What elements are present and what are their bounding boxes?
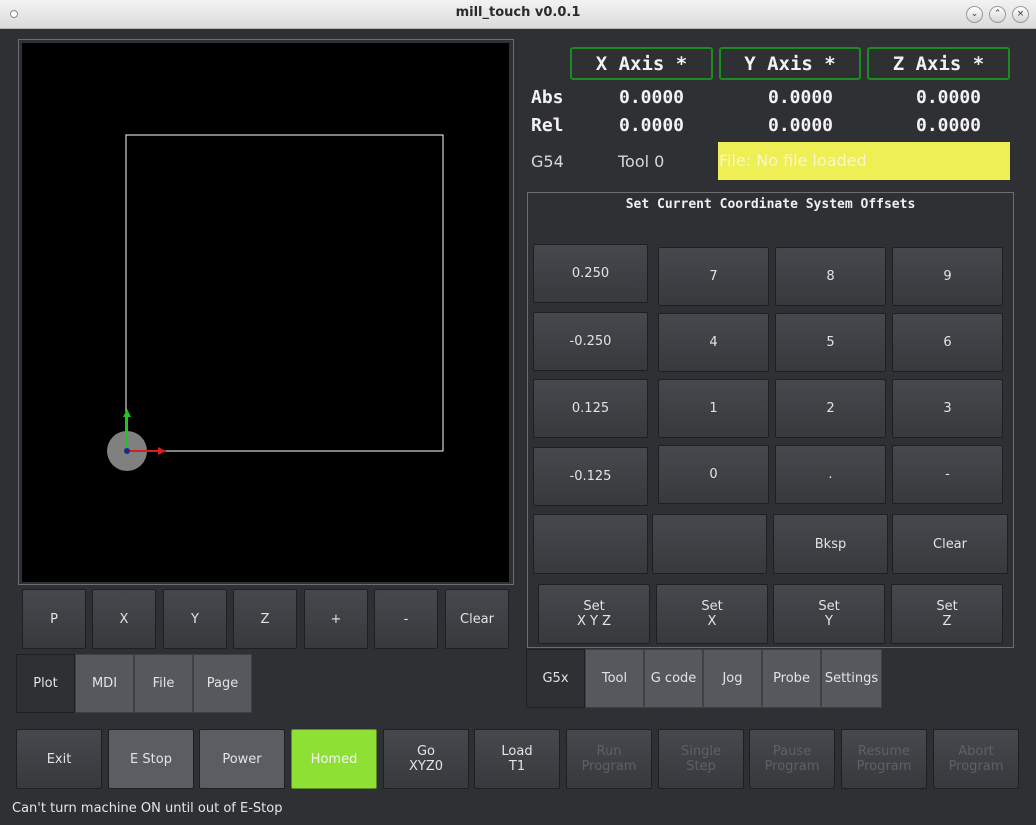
increment-neg0250-button[interactable]: -0.250 [533, 312, 648, 371]
set-x-button[interactable]: Set X [656, 584, 768, 644]
run-program-button[interactable]: Run Program [566, 729, 652, 789]
tab-tool[interactable]: Tool [585, 649, 644, 708]
tab-probe[interactable]: Probe [762, 649, 821, 708]
go-xyz0-button[interactable]: Go XYZ0 [383, 729, 469, 789]
keypad-minus-button[interactable]: - [892, 445, 1003, 504]
x-axis-header[interactable]: X Axis * [570, 47, 713, 80]
coord-system-label: G54 [531, 152, 564, 171]
keypad-7-button[interactable]: 7 [658, 247, 769, 306]
maximize-icon[interactable]: ⌃ [989, 6, 1006, 23]
tab-mdi[interactable]: MDI [75, 654, 134, 713]
keypad-6-button[interactable]: 6 [892, 313, 1003, 372]
abs-x-value: 0.0000 [619, 87, 685, 108]
plot-view-y-button[interactable]: Y [163, 589, 227, 649]
exit-button[interactable]: Exit [16, 729, 102, 789]
tab-plot[interactable]: Plot [16, 654, 75, 713]
rel-x-value: 0.0000 [619, 115, 685, 136]
keypad-8-button[interactable]: 8 [775, 247, 886, 306]
single-step-button[interactable]: Single Step [658, 729, 744, 789]
rel-z-value: 0.0000 [916, 115, 982, 136]
plot-view-p-button[interactable]: P [22, 589, 86, 649]
backspace-button[interactable]: Bksp [773, 514, 888, 574]
keypad-2-button[interactable]: 2 [775, 379, 886, 438]
keypad-4-button[interactable]: 4 [658, 313, 769, 372]
keypad-decimal-button[interactable]: . [775, 445, 886, 504]
set-y-button[interactable]: Set Y [773, 584, 885, 644]
set-z-button[interactable]: Set Z [891, 584, 1003, 644]
keypad-0-button[interactable]: 0 [658, 445, 769, 504]
offsets-title: Set Current Coordinate System Offsets [625, 197, 916, 212]
increment-0250-button[interactable]: 0.250 [533, 244, 648, 303]
zoom-in-button[interactable]: + [304, 589, 368, 649]
increment-0125-button[interactable]: 0.125 [533, 379, 648, 438]
clear-plot-button[interactable]: Clear [445, 589, 509, 649]
window-title: mill_touch v0.0.1 [455, 5, 581, 20]
plot-canvas [107, 134, 444, 471]
close-icon[interactable]: × [1012, 6, 1029, 23]
keypad-3-button[interactable]: 3 [892, 379, 1003, 438]
rel-y-value: 0.0000 [768, 115, 834, 136]
power-button[interactable]: Power [199, 729, 285, 789]
abs-z-value: 0.0000 [916, 87, 982, 108]
tab-settings[interactable]: Settings [821, 649, 882, 708]
tool-label: Tool 0 [618, 152, 665, 171]
blank-button-1[interactable] [533, 514, 648, 574]
homed-button[interactable]: Homed [291, 729, 377, 789]
blank-button-2[interactable] [652, 514, 767, 574]
abort-program-button[interactable]: Abort Program [933, 729, 1019, 789]
rel-label: Rel [531, 115, 564, 136]
tab-page[interactable]: Page [193, 654, 252, 713]
tab-file[interactable]: File [134, 654, 193, 713]
load-t1-button[interactable]: Load T1 [474, 729, 560, 789]
x-arrow-icon [158, 447, 166, 455]
abs-y-value: 0.0000 [768, 87, 834, 108]
pause-program-button[interactable]: Pause Program [749, 729, 835, 789]
tab-gcode[interactable]: G code [644, 649, 703, 708]
estop-button[interactable]: E Stop [108, 729, 194, 789]
zoom-out-button[interactable]: - [374, 589, 438, 649]
resume-program-button[interactable]: Resume Program [841, 729, 927, 789]
plot-view-z-button[interactable]: Z [233, 589, 297, 649]
keypad-9-button[interactable]: 9 [892, 247, 1003, 306]
keypad-1-button[interactable]: 1 [658, 379, 769, 438]
keypad-5-button[interactable]: 5 [775, 313, 886, 372]
status-message: Can't turn machine ON until out of E-Sto… [12, 801, 283, 816]
tab-g5x[interactable]: G5x [526, 649, 585, 708]
title-bar: mill_touch v0.0.1 ⌄ ⌃ × [0, 0, 1036, 29]
y-axis-header[interactable]: Y Axis * [719, 47, 861, 80]
z-axis-header[interactable]: Z Axis * [867, 47, 1010, 80]
clear-entry-button[interactable]: Clear [892, 514, 1008, 574]
plot-view-x-button[interactable]: X [92, 589, 156, 649]
origin-dot [124, 448, 130, 454]
file-status: File: No file loaded [718, 142, 1010, 180]
y-arrow-icon [123, 409, 131, 417]
tab-jog[interactable]: Jog [703, 649, 762, 708]
set-xyz-button[interactable]: Set X Y Z [538, 584, 650, 644]
toolpath-plot[interactable] [22, 43, 509, 582]
abs-label: Abs [531, 87, 564, 108]
work-envelope [125, 134, 444, 452]
minimize-icon[interactable]: ⌄ [966, 6, 983, 23]
increment-neg0125-button[interactable]: -0.125 [533, 447, 648, 506]
